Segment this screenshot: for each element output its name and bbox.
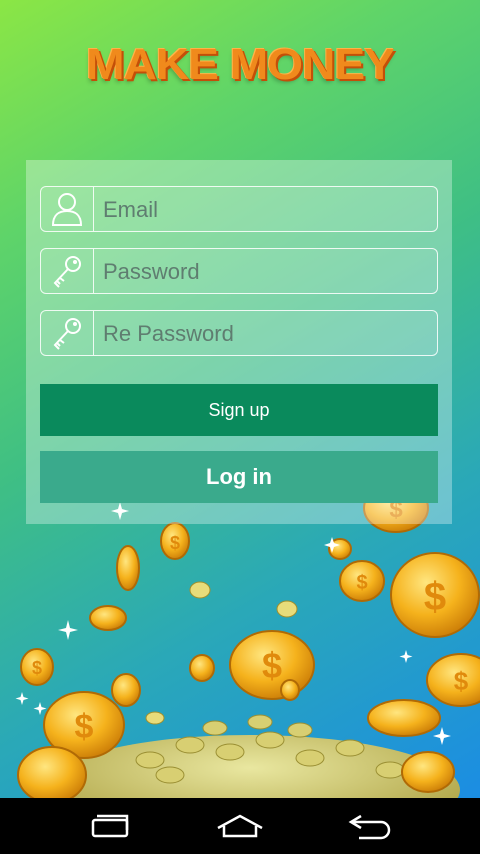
sparkle	[324, 537, 340, 553]
svg-text:$: $	[32, 658, 42, 678]
coin	[229, 630, 315, 700]
email-field[interactable]	[40, 186, 438, 233]
system-nav-bar	[0, 798, 480, 854]
coin	[280, 679, 300, 701]
svg-text:$: $	[356, 572, 367, 594]
home-icon[interactable]	[210, 806, 270, 846]
coin	[328, 538, 352, 560]
coin	[367, 699, 441, 737]
svg-text:$: $	[424, 575, 446, 619]
app-screen: $ $ $ $ $ $ $ $ MAKE MONEY Email Sign up…	[0, 0, 480, 798]
svg-text:$: $	[262, 645, 282, 686]
re-password-field[interactable]	[40, 310, 438, 357]
email-input[interactable]	[101, 187, 425, 233]
coin	[390, 552, 480, 638]
coin	[111, 673, 141, 707]
signup-form: Sign up Log in	[26, 160, 452, 524]
app-title: MAKE MONEY	[86, 40, 395, 89]
coin	[339, 560, 385, 602]
svg-text:$: $	[454, 666, 469, 696]
sparkle	[15, 692, 29, 705]
key-icon	[41, 249, 94, 293]
sparkle	[433, 727, 451, 745]
re-password-input[interactable]	[101, 311, 425, 357]
svg-text:$: $	[75, 708, 94, 746]
coin	[401, 751, 455, 793]
password-field[interactable]	[40, 248, 438, 295]
sparkle	[33, 702, 47, 715]
key-icon	[41, 311, 94, 355]
back-icon[interactable]	[340, 806, 400, 846]
password-input[interactable]	[101, 249, 425, 295]
sparkle	[58, 620, 78, 640]
coin	[17, 746, 87, 798]
svg-text:$: $	[170, 533, 180, 553]
recent-apps-icon[interactable]	[80, 806, 140, 846]
coin	[43, 691, 125, 759]
coin	[116, 545, 140, 591]
coin	[89, 605, 127, 631]
login-button[interactable]: Log in	[40, 451, 438, 503]
signup-button[interactable]: Sign up	[40, 384, 438, 436]
coin	[189, 654, 215, 682]
coin	[20, 648, 54, 686]
coin-pile	[40, 735, 460, 798]
coin	[426, 653, 480, 707]
coin	[160, 522, 190, 560]
sparkle	[399, 650, 413, 663]
user-icon	[41, 187, 94, 231]
